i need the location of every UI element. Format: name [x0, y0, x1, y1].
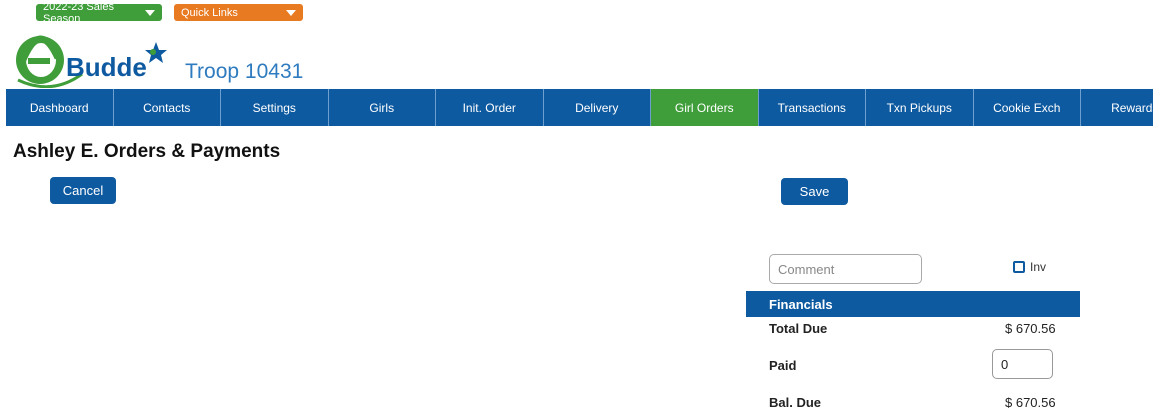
- nav-item-transactions[interactable]: Transactions: [759, 89, 866, 126]
- nav-item-init-order[interactable]: Init. Order: [436, 89, 544, 126]
- save-button[interactable]: Save: [781, 178, 848, 205]
- bal-due-label: Bal. Due: [769, 395, 822, 410]
- nav-item-girls[interactable]: Girls: [329, 89, 436, 126]
- paid-input[interactable]: [992, 349, 1053, 379]
- paid-label: Paid: [769, 358, 797, 373]
- season-dropdown-label: 2022-23 Sales Season: [43, 0, 114, 25]
- chevron-down-icon: [145, 9, 155, 16]
- nav-item-delivery[interactable]: Delivery: [544, 89, 651, 126]
- quick-links-dropdown[interactable]: Quick Links: [174, 4, 303, 21]
- troop-label: Troop 10431: [185, 60, 304, 83]
- comment-input[interactable]: [769, 254, 922, 284]
- nav-item-settings[interactable]: Settings: [221, 89, 329, 126]
- chevron-down-icon: [286, 9, 296, 16]
- season-dropdown[interactable]: 2022-23 Sales Season: [36, 1, 162, 25]
- main-nav: Dashboard Contacts Settings Girls Init. …: [6, 89, 1153, 126]
- nav-item-cookie-exch[interactable]: Cookie Exch: [974, 89, 1081, 126]
- top-dropdown-bar: 2022-23 Sales Season Quick Links: [36, 1, 303, 25]
- nav-item-txn-pickups[interactable]: Txn Pickups: [866, 89, 974, 126]
- nav-item-dashboard[interactable]: Dashboard: [6, 89, 114, 126]
- total-due-label: Total Due: [769, 321, 828, 336]
- financials-header: Financials: [746, 291, 1080, 317]
- cancel-button[interactable]: Cancel: [50, 177, 116, 204]
- page-title: Ashley E. Orders & Payments: [13, 141, 281, 162]
- quick-links-label: Quick Links: [181, 6, 238, 19]
- ebudde-logo: Budde: [16, 35, 167, 88]
- nav-item-girl-orders[interactable]: Girl Orders: [651, 89, 759, 126]
- svg-text:Budde: Budde: [66, 52, 147, 82]
- inv-checkbox-group[interactable]: Inv: [1013, 260, 1046, 274]
- nav-item-contacts[interactable]: Contacts: [114, 89, 221, 126]
- inv-checkbox[interactable]: [1013, 261, 1025, 273]
- bal-due-value: $ 670.56: [1005, 395, 1056, 410]
- inv-label: Inv: [1030, 260, 1047, 274]
- total-due-value: $ 670.56: [1005, 321, 1056, 336]
- nav-item-rewards[interactable]: Rewards: [1081, 89, 1153, 126]
